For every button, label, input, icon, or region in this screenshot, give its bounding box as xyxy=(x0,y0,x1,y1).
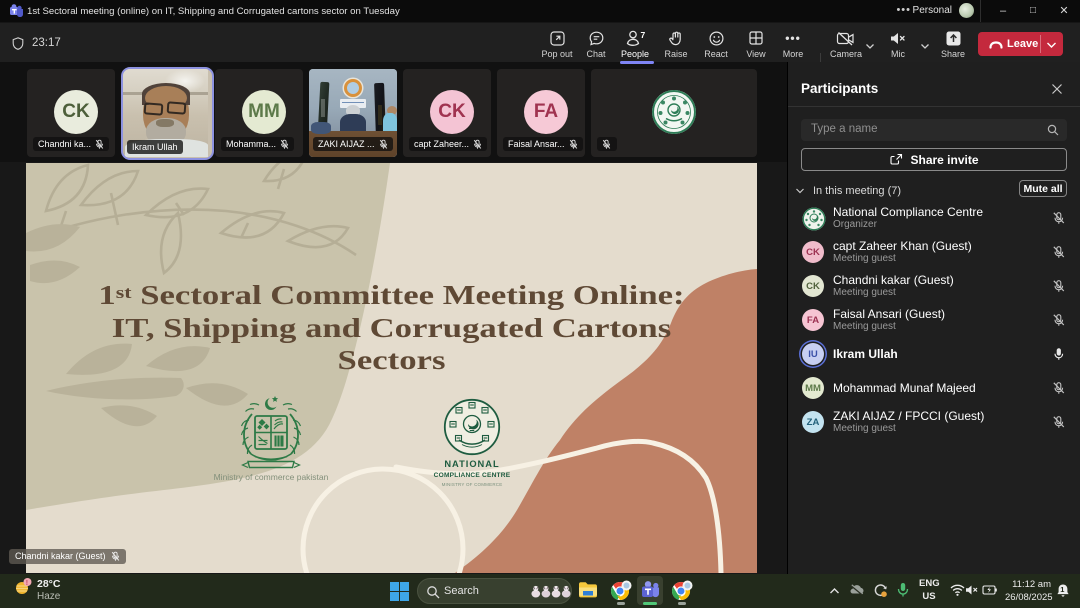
svg-text:!: ! xyxy=(26,580,28,587)
svg-text:7: 7 xyxy=(641,30,646,40)
svg-text:1: 1 xyxy=(1060,585,1064,594)
